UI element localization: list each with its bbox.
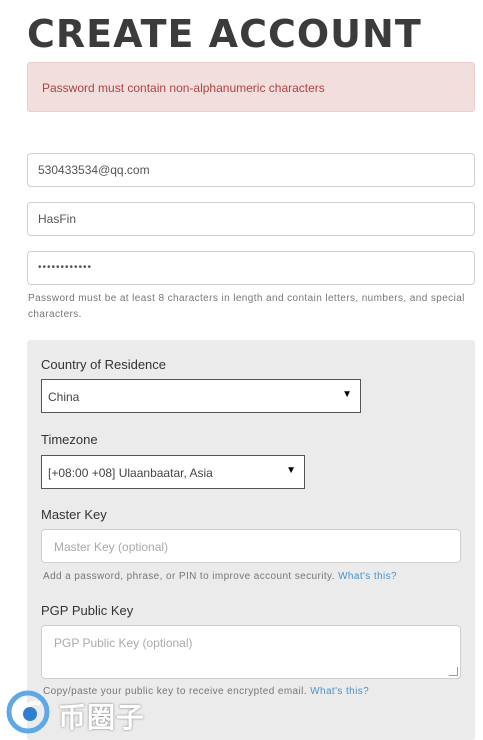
page-title: CREATE ACCOUNT: [27, 12, 422, 56]
caret-down-icon: ▼: [342, 389, 352, 400]
pgp-textarea[interactable]: PGP Public Key (optional): [41, 625, 461, 679]
email-field[interactable]: 530433534@qq.com: [27, 153, 475, 187]
master-key-label: Master Key: [41, 507, 107, 522]
password-field[interactable]: ••••••••••••: [27, 251, 475, 285]
master-key-input[interactable]: Master Key (optional): [41, 529, 461, 563]
email-value: 530433534@qq.com: [38, 163, 150, 177]
pgp-placeholder: PGP Public Key (optional): [54, 636, 193, 650]
master-key-placeholder: Master Key (optional): [54, 540, 169, 554]
master-key-help: Add a password, phrase, or PIN to improv…: [43, 569, 397, 585]
timezone-label: Timezone: [41, 432, 98, 447]
master-key-help-text: Add a password, phrase, or PIN to improv…: [43, 571, 335, 582]
timezone-value: [+08:00 +08] Ulaanbaatar, Asia: [48, 466, 213, 480]
watermark-logo-icon: [6, 690, 50, 734]
country-label: Country of Residence: [41, 357, 167, 372]
country-value: China: [48, 390, 80, 404]
username-value: HasFin: [38, 212, 77, 226]
caret-down-icon: ▼: [286, 465, 296, 476]
country-select[interactable]: China ▼: [41, 379, 361, 413]
password-value: ••••••••••••: [38, 262, 93, 273]
watermark-text: 币圈子: [58, 702, 146, 733]
error-alert: Password must contain non-alphanumeric c…: [27, 62, 475, 112]
watermark: 币圈子: [4, 688, 164, 736]
resize-handle-icon[interactable]: [449, 667, 458, 676]
username-field[interactable]: HasFin: [27, 202, 475, 236]
master-key-whats-this-link[interactable]: What's this?: [338, 571, 397, 582]
timezone-select[interactable]: [+08:00 +08] Ulaanbaatar, Asia ▼: [41, 455, 305, 489]
pgp-whats-this-link[interactable]: What's this?: [310, 686, 369, 697]
pgp-label: PGP Public Key: [41, 603, 134, 618]
password-help-text: Password must be at least 8 characters i…: [28, 293, 465, 320]
error-alert-text: Password must contain non-alphanumeric c…: [42, 81, 325, 95]
